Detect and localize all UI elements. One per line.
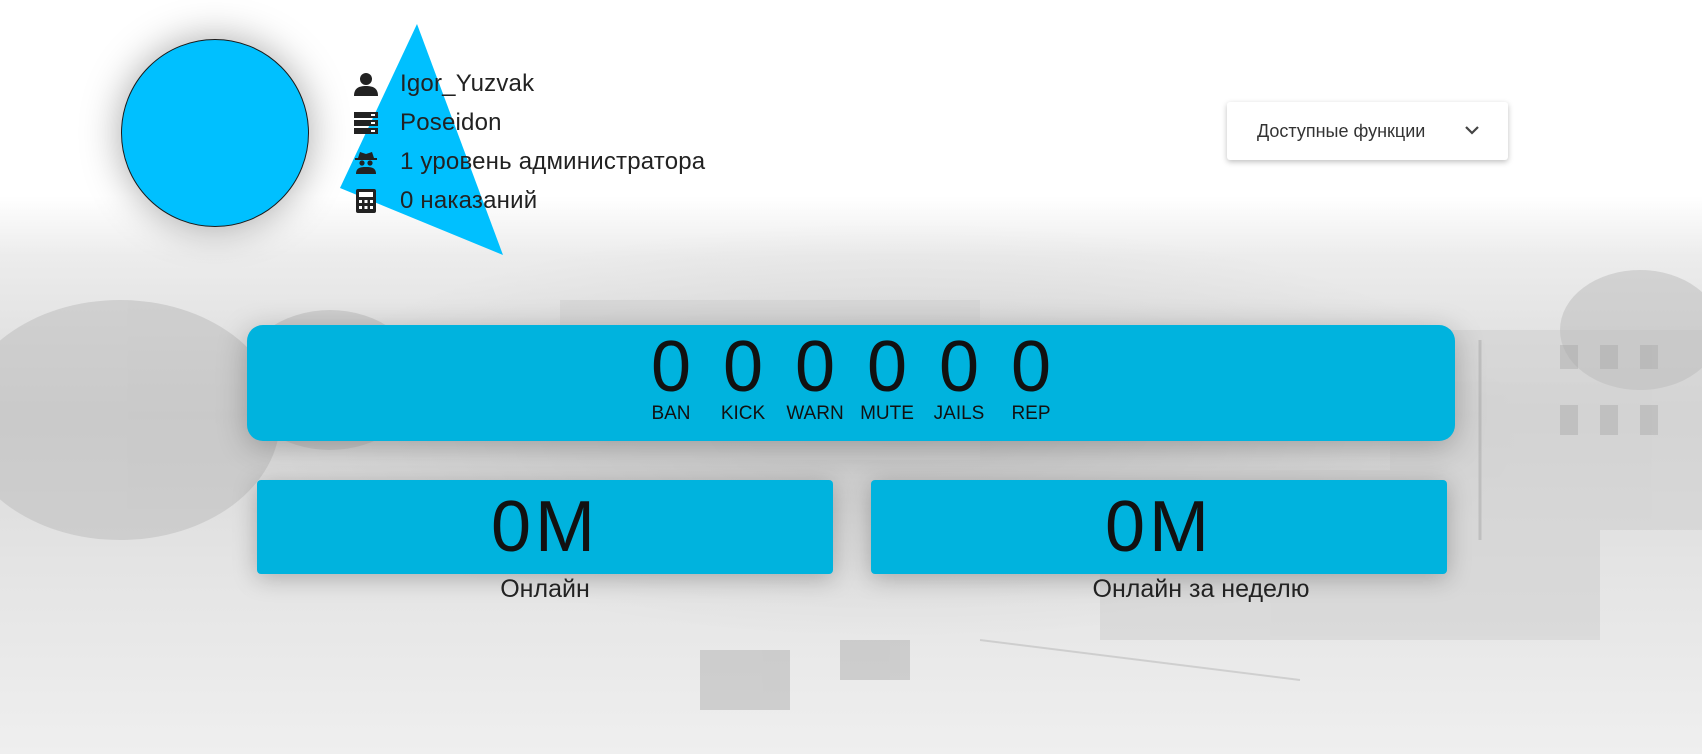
stat-mute: 0 MUTE — [852, 325, 922, 441]
online-total-value: 0M — [490, 487, 600, 567]
stat-label: JAILS — [933, 403, 985, 424]
stat-value: 0 — [1010, 327, 1052, 407]
stat-value: 0 — [866, 327, 908, 407]
online-total-panel: 0M — [257, 480, 833, 574]
stat-rep: 0 REP — [996, 325, 1066, 441]
punishments-count: 0 наказаний — [400, 186, 538, 214]
online-week-value: 0M — [1104, 487, 1214, 567]
stat-value: 0 — [650, 327, 692, 407]
punishment-stats-panel: 0 BAN 0 KICK 0 WARN 0 MUTE 0 JAILS 0 REP — [247, 325, 1455, 441]
server-row: Poseidon — [352, 103, 705, 142]
stat-warn: 0 WARN — [780, 325, 850, 441]
stat-value: 0 — [938, 327, 980, 407]
punishments-row: 0 наказаний — [352, 181, 705, 220]
username-row: Igor_Yuzvak — [352, 64, 705, 103]
dropdown-label: Доступные функции — [1257, 120, 1426, 141]
stat-label: BAN — [651, 403, 691, 424]
available-functions-dropdown[interactable]: Доступные функции — [1227, 102, 1508, 160]
stat-kick: 0 KICK — [708, 325, 778, 441]
chevron-down-icon — [1464, 122, 1480, 140]
calculator-icon — [352, 188, 380, 214]
stat-ban: 0 BAN — [636, 325, 706, 441]
stat-value: 0 — [794, 327, 836, 407]
stat-label: KICK — [720, 403, 766, 424]
stat-value: 0 — [722, 327, 764, 407]
admin-level: 1 уровень администратора — [400, 147, 706, 175]
online-total-caption: Онлайн — [500, 575, 590, 603]
username: Igor_Yuzvak — [400, 69, 535, 97]
server-icon — [352, 110, 380, 136]
spy-icon — [352, 149, 380, 175]
server-name: Poseidon — [400, 108, 502, 136]
avatar — [121, 39, 309, 227]
stat-jails: 0 JAILS — [924, 325, 994, 441]
online-week-panel: 0M — [871, 480, 1447, 574]
stat-label: WARN — [786, 403, 844, 424]
admin-level-row: 1 уровень администратора — [352, 142, 705, 181]
user-icon — [352, 71, 380, 97]
online-week-caption: Онлайн за неделю — [1092, 575, 1310, 603]
stat-label: REP — [1011, 403, 1051, 424]
profile-info: Igor_Yuzvak Poseidon 1 уровень администр… — [352, 64, 705, 220]
stat-label: MUTE — [860, 403, 914, 424]
